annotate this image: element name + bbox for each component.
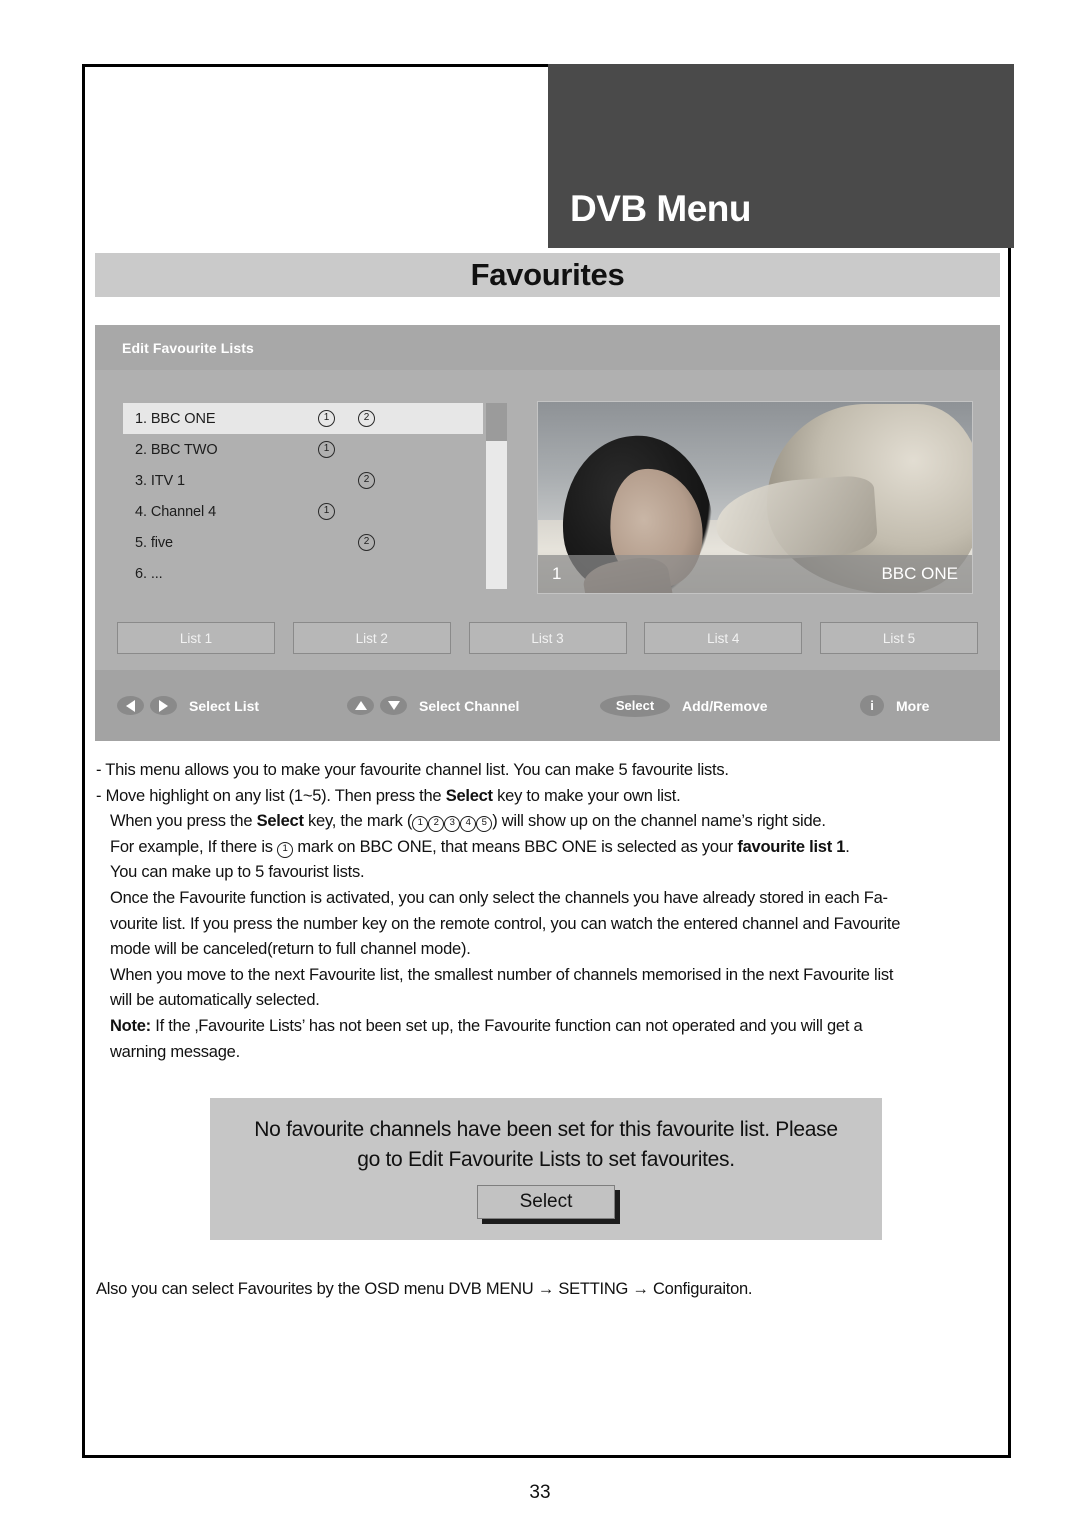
channel-row[interactable]: 3. ITV 1 2 xyxy=(123,465,483,496)
list-button-1[interactable]: List 1 xyxy=(117,622,275,654)
osd-navigation-bar: Select List Select Channel Select Add/Re… xyxy=(95,670,1000,741)
inline-mark-single-icon: 1 xyxy=(277,841,294,858)
channel-row[interactable]: 5. five 2 xyxy=(123,527,483,558)
nav-label-select-channel: Select Channel xyxy=(419,697,520,714)
favourite-mark-1-icon: 1 xyxy=(318,503,335,520)
favourite-mark-2-icon: 2 xyxy=(358,472,375,489)
instruction-line-12: warning message. xyxy=(110,1042,240,1061)
osd-panel-title: Edit Favourite Lists xyxy=(122,339,254,356)
list-button-4[interactable]: List 4 xyxy=(644,622,803,654)
warning-line-1: No favourite channels have been set for … xyxy=(254,1118,838,1141)
instruction-line-4-b: mark on BBC ONE, that means BBC ONE is s… xyxy=(293,837,738,856)
instruction-line-9: When you move to the next Favourite list… xyxy=(110,965,894,984)
info-key-label: i xyxy=(870,698,874,713)
preview-channel-name: BBC ONE xyxy=(881,564,958,583)
channel-row[interactable]: 6. ... xyxy=(123,558,483,589)
instruction-line-5: You can make up to 5 favourist lists. xyxy=(110,863,365,882)
inline-mark-3-icon: 3 xyxy=(444,816,461,833)
video-preview: 1 BBC ONE xyxy=(537,401,973,594)
list-button-2[interactable]: List 2 xyxy=(292,622,451,654)
scrollbar-thumb[interactable] xyxy=(486,403,507,441)
favourite-mark-1-icon: 1 xyxy=(318,441,335,458)
inline-mark-5-icon: 5 xyxy=(476,816,493,833)
instructions-body: - This menu allows you to make your favo… xyxy=(96,758,1001,1065)
inline-mark-4-icon: 4 xyxy=(460,816,477,833)
channel-label: 1. BBC ONE xyxy=(135,410,216,427)
instruction-line-4-d: . xyxy=(845,837,850,856)
channel-row[interactable]: 4. Channel 4 1 xyxy=(123,496,483,527)
instruction-line-2-c: key to make your own list. xyxy=(492,786,681,805)
osd-body: 1. BBC ONE 1 2 2. BBC TWO 1 3. ITV 1 2 4… xyxy=(95,370,1000,626)
preview-channel-number: 1 xyxy=(552,564,562,583)
channel-row[interactable]: 1. BBC ONE 1 2 xyxy=(123,403,483,434)
favourites-title-bar: Favourites xyxy=(95,253,1000,297)
footer-note: Also you can select Favourites by the OS… xyxy=(96,1280,753,1298)
channel-list[interactable]: 1. BBC ONE 1 2 2. BBC TWO 1 3. ITV 1 2 4… xyxy=(123,403,483,589)
instruction-line-3-d: ) will show up on the channel name’s rig… xyxy=(492,812,826,831)
arrow-up-icon[interactable] xyxy=(347,696,374,715)
channel-label: 3. ITV 1 xyxy=(135,472,185,489)
warning-select-button[interactable]: Select xyxy=(477,1185,615,1219)
note-text: If the ‚Favourite Lists’ has not been se… xyxy=(150,1016,863,1035)
nav-group-more[interactable]: i More xyxy=(860,695,929,716)
nav-group-select-list[interactable]: Select List xyxy=(117,696,259,715)
channel-label: 6. ... xyxy=(135,565,163,582)
instruction-line-10: will be automatically selected. xyxy=(110,991,320,1010)
select-key-icon[interactable]: Select xyxy=(600,694,670,717)
dvb-menu-header: DVB Menu xyxy=(548,64,1014,248)
warning-dialog: No favourite channels have been set for … xyxy=(210,1098,882,1240)
favourite-list-tabs: List 1 List 2 List 3 List 4 List 5 xyxy=(95,615,1000,661)
preview-info-bar: 1 BBC ONE xyxy=(538,555,972,593)
favourite-list-bold: favourite list 1 xyxy=(737,837,846,856)
instruction-line-8: mode will be canceled(return to full cha… xyxy=(110,940,471,959)
osd-screenshot: Edit Favourite Lists 1. BBC ONE 1 2 2. B… xyxy=(95,325,1000,741)
instruction-line-1: - This menu allows you to make your favo… xyxy=(96,761,729,779)
instruction-line-3-c: key, the mark ( xyxy=(303,812,413,831)
arrow-left-icon[interactable] xyxy=(117,696,144,715)
nav-label-select-list: Select List xyxy=(189,697,260,714)
page-number: 33 xyxy=(529,1482,551,1503)
favourite-mark-2-icon: 2 xyxy=(358,534,375,551)
instruction-line-4-a: For example, If there is xyxy=(110,837,278,856)
osd-panel-header: Edit Favourite Lists xyxy=(95,325,1000,370)
nav-group-select-channel[interactable]: Select Channel xyxy=(347,696,519,715)
instruction-line-6: Once the Favourite function is activated… xyxy=(110,888,888,907)
list-button-3[interactable]: List 3 xyxy=(468,622,627,654)
dvb-menu-title: DVB Menu xyxy=(570,188,752,229)
channel-label: 2. BBC TWO xyxy=(135,441,218,458)
channel-list-scrollbar[interactable] xyxy=(486,403,507,589)
nav-label-add-remove: Add/Remove xyxy=(682,697,768,714)
arrow-right-icon[interactable] xyxy=(150,696,177,715)
nav-group-add-remove[interactable]: Select Add/Remove xyxy=(600,694,768,717)
inline-mark-1-icon: 1 xyxy=(412,816,429,833)
select-key-bold: Select xyxy=(256,812,304,831)
nav-label-more: More xyxy=(896,697,930,714)
channel-row[interactable]: 2. BBC TWO 1 xyxy=(123,434,483,465)
warning-line-2: go to Edit Favourite Lists to set favour… xyxy=(357,1148,735,1171)
instruction-line-7: vourite list. If you press the number ke… xyxy=(110,914,901,933)
channel-label: 4. Channel 4 xyxy=(135,503,217,520)
instruction-line-2: - Move highlight on any list (1~5). Then… xyxy=(96,784,1001,810)
page-title: Favourites xyxy=(470,257,625,292)
arrow-down-icon[interactable] xyxy=(380,696,407,715)
instruction-line-4: For example, If there is 1 mark on BBC O… xyxy=(96,835,1001,861)
info-key-icon[interactable]: i xyxy=(860,695,884,716)
instruction-line-3-a: When you press the xyxy=(110,812,257,831)
favourite-mark-1-icon: 1 xyxy=(318,410,335,427)
inline-mark-2-icon: 2 xyxy=(428,816,445,833)
favourite-mark-2-icon: 2 xyxy=(358,410,375,427)
select-key-bold: Select xyxy=(445,786,493,805)
note-label: Note: xyxy=(110,1016,151,1035)
channel-label: 5. five xyxy=(135,534,173,551)
list-button-5[interactable]: List 5 xyxy=(820,622,978,654)
select-key-label: Select xyxy=(615,698,655,713)
instruction-line-3: When you press the Select key, the mark … xyxy=(96,809,1001,835)
instruction-note: Note: If the ‚Favourite Lists’ has not b… xyxy=(96,1014,1001,1040)
instruction-line-2-a: - Move highlight on any list (1~5). Then… xyxy=(96,786,446,805)
